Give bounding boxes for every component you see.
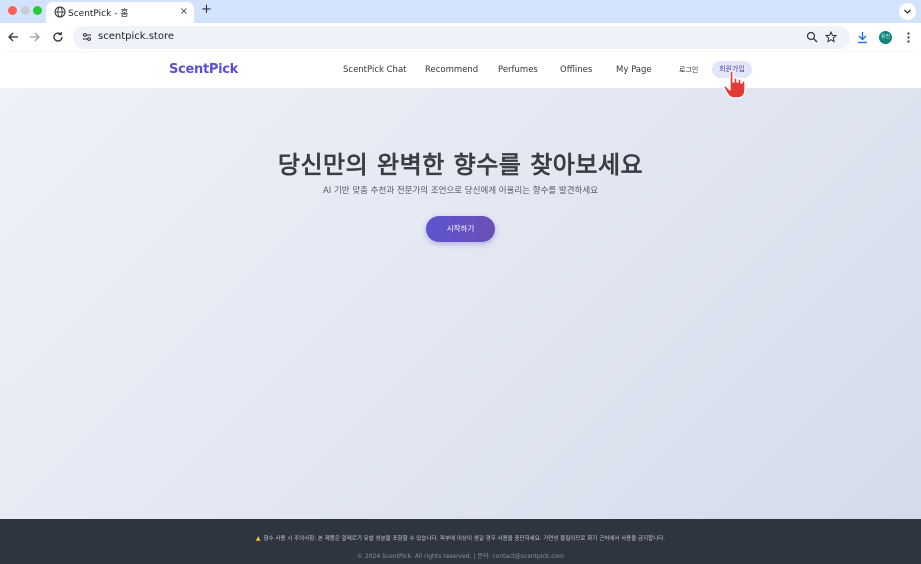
hero-subtitle: AI 기반 맞춤 추천과 전문가의 조언으로 당신에게 어울리는 향수를 발견하…: [322, 186, 599, 196]
nav-scentpick-chat[interactable]: ScentPick Chat: [343, 65, 406, 75]
footer-warning: ▲ 향수 사용 시 주의사항: 본 제품은 알레르기 유발 성분을 포함할 수 있…: [0, 534, 921, 542]
download-icon[interactable]: [856, 31, 869, 44]
tab-close-icon[interactable]: ×: [180, 5, 188, 18]
zoom-icon[interactable]: [806, 31, 818, 43]
window-minimize-control[interactable]: [21, 6, 30, 15]
chevron-down-icon: [904, 9, 911, 14]
browser-toolbar: scentpick.store 유진: [0, 23, 921, 52]
hero-section: 당신만의 완벽한 향수를 찾아보세요 AI 기반 맞춤 추천과 전문가의 조언으…: [0, 88, 921, 519]
forward-arrow-icon[interactable]: [29, 31, 41, 43]
site-footer: ▲ 향수 사용 시 주의사항: 본 제품은 알레르기 유발 성분을 포함할 수 있…: [0, 519, 921, 564]
bookmark-star-icon[interactable]: [825, 31, 837, 43]
window-close-control[interactable]: [8, 6, 17, 15]
reload-icon[interactable]: [52, 31, 64, 43]
brand-logo[interactable]: ScentPick: [169, 62, 238, 77]
address-bar[interactable]: scentpick.store: [73, 26, 850, 49]
more-vertical-icon[interactable]: [902, 31, 915, 44]
nav-perfumes[interactable]: Perfumes: [498, 65, 538, 75]
start-button[interactable]: 시작하기: [426, 216, 495, 242]
tab-title: ScentPick - 홈: [68, 9, 129, 19]
site-info-icon[interactable]: [81, 31, 93, 43]
back-arrow-icon[interactable]: [7, 31, 19, 43]
hero-title: 당신만의 완벽한 향수를 찾아보세요: [277, 151, 644, 179]
nav-offlines[interactable]: Offlines: [560, 65, 592, 75]
hand-pointer-cursor-icon: [723, 70, 746, 99]
footer-copyright: © 2024 ScentPick. All rights reserved. |…: [356, 553, 565, 560]
new-tab-button[interactable]: +: [201, 2, 212, 18]
window-maximize-control[interactable]: [33, 6, 42, 15]
login-link[interactable]: 로그인: [679, 65, 698, 75]
warning-icon: ▲: [255, 535, 261, 542]
url-text[interactable]: scentpick.store: [98, 31, 174, 42]
footer-warning-text: 향수 사용 시 주의사항: 본 제품은 알레르기 유발 성분을 포함할 수 있습…: [263, 536, 666, 542]
globe-icon: [54, 6, 66, 18]
nav-recommend[interactable]: Recommend: [425, 65, 478, 75]
browser-tabstrip: ScentPick - 홈 × +: [0, 0, 921, 23]
tab-search-button[interactable]: [899, 3, 916, 20]
site-header: ScentPick ScentPick Chat Recommend Perfu…: [0, 52, 921, 88]
nav-my-page[interactable]: My Page: [616, 65, 652, 75]
profile-avatar[interactable]: 유진: [879, 31, 892, 44]
browser-tab-active[interactable]: ScentPick - 홈 ×: [46, 2, 194, 23]
